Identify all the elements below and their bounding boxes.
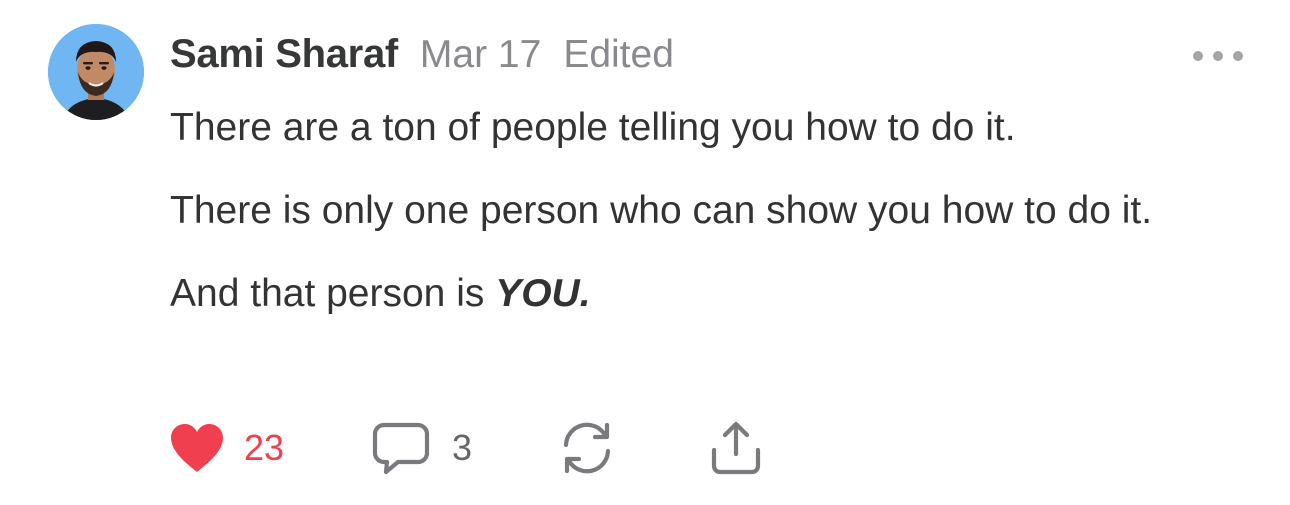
post-header: Sami Sharaf Mar 17 Edited — [170, 32, 674, 77]
post-body: There are a ton of people telling you ho… — [170, 100, 1230, 349]
refresh-cycle-icon — [563, 422, 611, 474]
post-paragraph: There are a ton of people telling you ho… — [170, 106, 1016, 149]
more-horizontal-icon — [1193, 51, 1243, 61]
edited-label: Edited — [563, 33, 674, 76]
like-button[interactable]: 23 — [168, 422, 284, 474]
post-paragraph: There is only one person who can show yo… — [170, 189, 1153, 232]
more-options-button[interactable] — [1190, 46, 1246, 66]
author-name[interactable]: Sami Sharaf — [170, 32, 398, 77]
action-bar: 23 3 — [168, 420, 764, 476]
post-date[interactable]: Mar 17 — [420, 33, 541, 77]
final-line-text: And that person is — [170, 272, 496, 315]
comment-count: 3 — [452, 427, 473, 468]
share-upload-icon — [711, 421, 761, 475]
speech-bubble-icon — [372, 422, 430, 475]
comment-button[interactable]: 3 — [372, 420, 472, 476]
heart-filled-icon — [171, 424, 223, 472]
share-button[interactable] — [708, 420, 764, 476]
emphasis-text: YOU. — [495, 272, 591, 315]
avatar-image — [48, 24, 144, 120]
avatar[interactable] — [48, 24, 144, 120]
like-count: 23 — [244, 427, 285, 468]
restack-button[interactable] — [558, 420, 616, 476]
post-paragraph-final: And that person is YOU. — [170, 266, 1230, 321]
